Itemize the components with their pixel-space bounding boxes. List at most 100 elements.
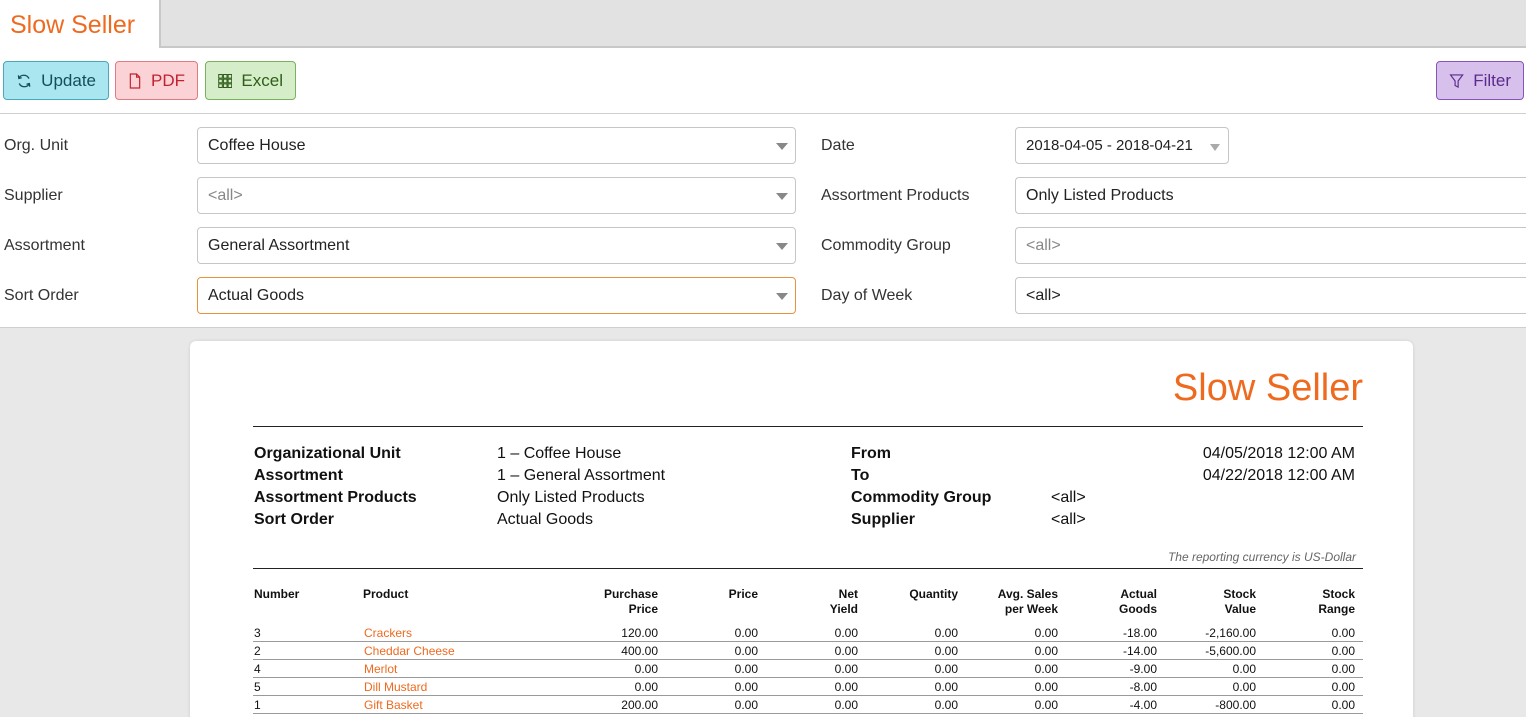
column-header-number: Number <box>254 587 300 601</box>
info-label: Supplier <box>851 511 916 528</box>
date-range-select[interactable]: 2018-04-05 - 2018-04-21 <box>1015 127 1229 164</box>
info-label: Assortment <box>254 467 343 484</box>
assortment-products-label: Assortment Products <box>821 187 970 204</box>
filter-label: Filter <box>1473 70 1511 90</box>
supplier-label: Supplier <box>4 187 63 204</box>
info-value: 04/05/2018 12:00 AM <box>1202 445 1355 462</box>
cell-stock-value: 0.00 <box>1232 680 1256 694</box>
chevron-down-icon <box>1210 144 1220 151</box>
cell-stock-value: -2,160.00 <box>1205 626 1256 640</box>
info-value: 1 – Coffee House <box>497 445 622 462</box>
cell-quantity: 0.00 <box>934 662 958 676</box>
info-value: 1 – General Assortment <box>497 467 666 484</box>
title-divider <box>253 426 1363 427</box>
cell-quantity: 0.00 <box>934 644 958 658</box>
commodity-group-value: <all> <box>1026 237 1061 254</box>
currency-note: The reporting currency is US-Dollar <box>1167 550 1356 564</box>
table-row: 2 Cheddar Cheese 400.00 0.00 0.00 0.00 0.00 -14… <box>253 642 1363 660</box>
cell-quantity: 0.00 <box>934 680 958 694</box>
filter-panel: Org. Unit Coffee House Supplier <all> As… <box>0 114 1526 328</box>
pdf-button[interactable]: PDF <box>115 61 198 100</box>
refresh-icon <box>17 74 31 87</box>
report-page: Slow Seller Organizational Unit 1 – Coff… <box>190 341 1413 717</box>
cell-actual-goods: -14.00 <box>1122 644 1157 658</box>
cell-purchase-price: 400.00 <box>621 644 658 658</box>
info-value: <all> <box>1051 489 1086 506</box>
sort-order-select[interactable]: Actual Goods <box>197 277 796 314</box>
cell-product[interactable]: Dill Mustard <box>364 680 427 694</box>
excel-button[interactable]: Excel <box>205 61 296 100</box>
cell-stock-range: 0.00 <box>1331 698 1355 712</box>
cell-purchase-price: 0.00 <box>634 662 658 676</box>
update-button[interactable]: Update <box>3 61 109 100</box>
cell-product[interactable]: Merlot <box>364 662 397 676</box>
cell-price: 0.00 <box>734 698 758 712</box>
table-row: 4 Merlot 0.00 0.00 0.00 0.00 0.00 -9.00 0.00 0.00 <box>253 660 1363 678</box>
info-value: <all> <box>1051 511 1086 528</box>
chevron-down-icon <box>776 143 788 150</box>
grid-icon <box>218 73 233 88</box>
cell-stock-value: -5,600.00 <box>1205 644 1256 658</box>
cell-stock-range: 0.00 <box>1331 680 1355 694</box>
supplier-select[interactable]: <all> <box>197 177 796 214</box>
date-value: 2018-04-05 - 2018-04-21 <box>1026 137 1193 154</box>
info-label: From <box>851 445 891 462</box>
column-header-quantity: Quantity <box>909 587 958 601</box>
commodity-group-label: Commodity Group <box>821 237 951 254</box>
info-value: 04/22/2018 12:00 AM <box>1202 467 1355 484</box>
tab-bar: Slow Seller <box>0 0 1526 48</box>
cell-product[interactable]: Cheddar Cheese <box>364 644 455 658</box>
cell-purchase-price: 200.00 <box>621 698 658 712</box>
cell-price: 0.00 <box>734 626 758 640</box>
table-row: 5 Dill Mustard 0.00 0.00 0.00 0.00 0.00 -8.00 0.… <box>253 678 1363 696</box>
cell-number: 1 <box>254 698 261 712</box>
cell-quantity: 0.00 <box>934 626 958 640</box>
cell-net-yield: 0.00 <box>834 698 858 712</box>
cell-avg-sales: 0.00 <box>1034 662 1058 676</box>
column-header-purchase-price: Purchase Price <box>603 587 658 616</box>
cell-avg-sales: 0.00 <box>1034 626 1058 640</box>
column-header-price: Price <box>728 587 758 601</box>
cell-product[interactable]: Crackers <box>364 626 412 640</box>
cell-number: 3 <box>254 626 261 640</box>
date-label: Date <box>821 137 855 154</box>
column-header-avg-sales: Avg. Sales per Week <box>997 587 1058 616</box>
org-unit-label: Org. Unit <box>4 137 69 154</box>
assortment-label: Assortment <box>4 237 85 254</box>
filter-button[interactable]: Filter <box>1436 61 1524 100</box>
cell-avg-sales: 0.00 <box>1034 644 1058 658</box>
commodity-group-select[interactable]: <all> <box>1015 227 1526 264</box>
column-header-product: Product <box>363 587 409 601</box>
toolbar: Update PDF Excel Filter <box>0 48 1526 114</box>
cell-stock-range: 0.00 <box>1331 644 1355 658</box>
assortment-products-value: Only Listed Products <box>1026 187 1174 204</box>
info-label: Assortment Products <box>254 489 417 506</box>
info-label: To <box>851 467 870 484</box>
excel-label: Excel <box>241 70 283 90</box>
cell-price: 0.00 <box>734 680 758 694</box>
org-unit-select[interactable]: Coffee House <box>197 127 796 164</box>
cell-actual-goods: -18.00 <box>1122 626 1157 640</box>
table-divider <box>253 568 1363 569</box>
cell-product[interactable]: Gift Basket <box>364 698 423 712</box>
funnel-icon <box>1449 73 1464 88</box>
pdf-label: PDF <box>151 70 185 90</box>
day-of-week-label: Day of Week <box>821 287 913 304</box>
day-of-week-select[interactable]: <all> <box>1015 277 1526 314</box>
chevron-down-icon <box>776 243 788 250</box>
assortment-products-select[interactable]: Only Listed Products <box>1015 177 1526 214</box>
cell-stock-range: 0.00 <box>1331 662 1355 676</box>
tab-slow-seller[interactable]: Slow Seller <box>0 0 161 48</box>
cell-number: 2 <box>254 644 261 658</box>
cell-net-yield: 0.00 <box>834 644 858 658</box>
info-value: Only Listed Products <box>497 489 645 506</box>
update-label: Update <box>41 70 96 90</box>
cell-net-yield: 0.00 <box>834 662 858 676</box>
chevron-down-icon <box>776 193 788 200</box>
chevron-down-icon <box>776 293 788 300</box>
assortment-select[interactable]: General Assortment <box>197 227 796 264</box>
cell-stock-value: -800.00 <box>1215 698 1256 712</box>
cell-purchase-price: 120.00 <box>621 626 658 640</box>
cell-number: 5 <box>254 680 261 694</box>
supplier-value: <all> <box>208 187 243 204</box>
